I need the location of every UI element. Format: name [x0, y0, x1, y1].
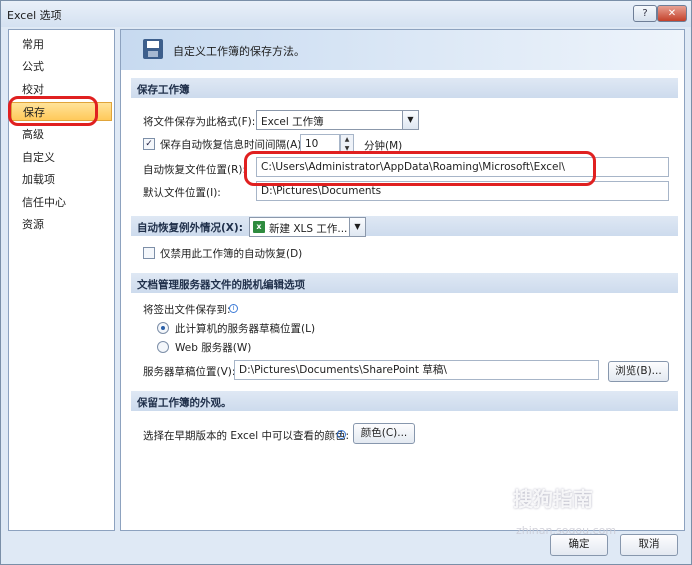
info-icon: i	[229, 304, 238, 313]
drafts-location-input[interactable]: D:\Pictures\Documents\SharePoint 草稿\	[234, 360, 599, 380]
save-format-dropdown[interactable]: Excel 工作簿 ▼	[256, 110, 419, 130]
chevron-down-icon[interactable]: ▼	[349, 218, 365, 236]
excel-file-icon: x	[253, 221, 265, 233]
sidebar-item-general[interactable]: 常用	[11, 35, 112, 54]
chevron-down-icon[interactable]: ▼	[402, 111, 418, 129]
exception-workbook-dropdown[interactable]: x 新建 XLS 工作... ▼	[249, 217, 366, 237]
save-checked-out-label: 将签出文件保存到:	[143, 304, 231, 316]
drafts-location-label: 服务器草稿位置(V):	[143, 366, 236, 378]
banner: 自定义工作簿的保存方法。	[121, 30, 684, 70]
highlight-save-annotation	[8, 96, 98, 126]
format-label: 将文件保存为此格式(F):	[143, 116, 256, 128]
section-save-workbooks: 保存工作簿	[131, 78, 678, 98]
section-autorecover-exceptions: 自动恢复例外情况(X):	[131, 216, 678, 236]
spin-up-icon[interactable]: ▲	[341, 135, 353, 144]
autorecover-location-label: 自动恢复文件位置(R):	[143, 164, 247, 176]
sidebar-item-formulas[interactable]: 公式	[11, 57, 112, 76]
disable-autorecover-checkbox[interactable]	[143, 247, 155, 259]
section-header: 文档管理服务器文件的脱机编辑选项	[137, 279, 305, 291]
options-content-pane: 自定义工作簿的保存方法。 保存工作簿 将文件保存为此格式(F): Excel 工…	[120, 29, 685, 531]
radio-web-server[interactable]	[157, 341, 169, 353]
default-location-label: 默认文件位置(I):	[143, 187, 221, 199]
highlight-autorecover-path-annotation	[244, 151, 596, 186]
colors-button[interactable]: 颜色(C)...	[353, 423, 415, 444]
watermark: 搜狗指南	[513, 487, 593, 511]
section-header: 自动恢复例外情况(X):	[137, 222, 243, 234]
help-button[interactable]: ?	[633, 5, 657, 22]
section-header: 保留工作簿的外观。	[137, 397, 232, 409]
window-title: Excel 选项	[7, 9, 62, 22]
info-icon: i	[337, 430, 346, 439]
radio-web-server-label: Web 服务器(W)	[175, 342, 252, 354]
sidebar-item-resources[interactable]: 资源	[11, 215, 112, 234]
title-bar: Excel 选项 ? ✕	[1, 1, 691, 27]
save-icon	[143, 39, 163, 59]
radio-local-drafts-label: 此计算机的服务器草稿位置(L)	[175, 323, 316, 335]
sidebar-item-advanced[interactable]: 高级	[11, 125, 112, 144]
section-header: 保存工作簿	[137, 84, 190, 96]
radio-local-drafts[interactable]	[157, 322, 169, 334]
autorecover-checkbox[interactable]: ✓	[143, 138, 155, 150]
ok-button[interactable]: 确定	[550, 534, 608, 556]
save-format-value: Excel 工作簿	[261, 116, 324, 128]
sidebar-item-addins[interactable]: 加载项	[11, 170, 112, 189]
section-preserve-appearance: 保留工作簿的外观。	[131, 391, 678, 411]
browse-button[interactable]: 浏览(B)...	[608, 361, 669, 382]
colors-label: 选择在早期版本的 Excel 中可以查看的颜色:	[143, 430, 350, 442]
sidebar-item-customize[interactable]: 自定义	[11, 148, 112, 167]
section-offline-editing: 文档管理服务器文件的脱机编辑选项	[131, 273, 678, 293]
sidebar-item-trust-center[interactable]: 信任中心	[11, 193, 112, 212]
excel-options-dialog: Excel 选项 ? ✕ 常用 公式 校对 保存 高级 自定义 加载项 信任中心…	[0, 0, 692, 565]
disable-autorecover-label: 仅禁用此工作簿的自动恢复(D)	[160, 248, 303, 260]
exception-workbook-value: 新建 XLS 工作...	[269, 223, 348, 235]
banner-text: 自定义工作簿的保存方法。	[173, 45, 305, 58]
cancel-button[interactable]: 取消	[620, 534, 678, 556]
autorecover-checkbox-label: 保存自动恢复信息时间间隔(A)	[160, 139, 302, 151]
close-button[interactable]: ✕	[657, 5, 687, 22]
